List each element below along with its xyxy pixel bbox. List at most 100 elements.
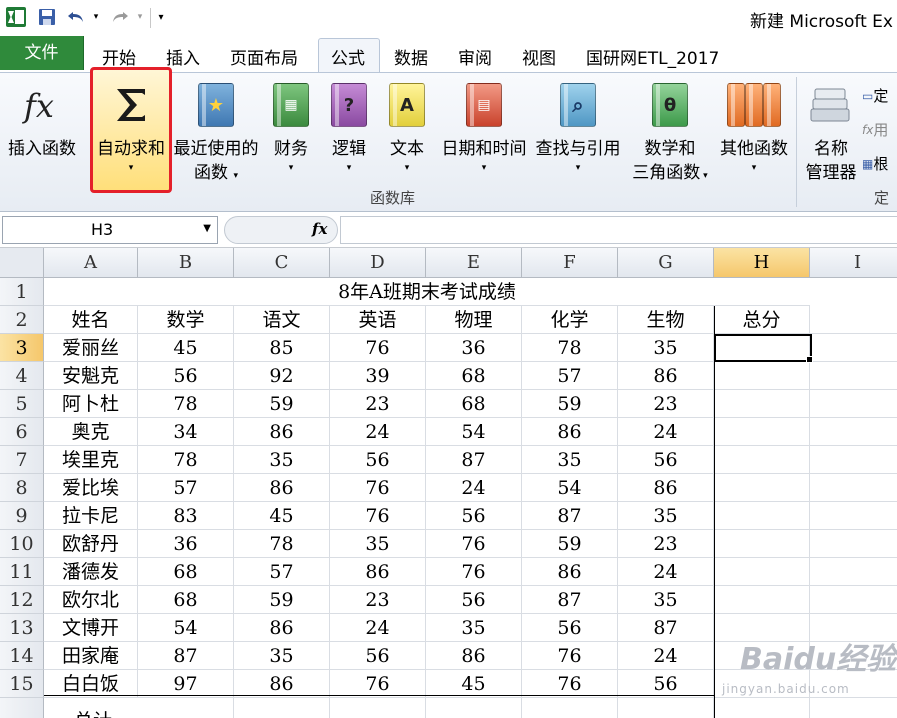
score-cell[interactable]: 78 [138,390,234,418]
row-header-13[interactable]: 13 [0,614,44,642]
score-cell[interactable]: 24 [330,614,426,642]
tab-file[interactable]: 文件 [0,36,84,70]
student-name-cell[interactable]: 欧尔北 [44,586,138,614]
score-cell[interactable]: 24 [618,418,714,446]
financial-button[interactable]: ▦ 财务 ▾ [268,77,314,189]
total-cell[interactable] [714,474,810,502]
cell[interactable] [618,698,714,718]
excel-app-icon[interactable] [4,5,28,29]
total-cell[interactable] [714,446,810,474]
row-header-5[interactable]: 5 [0,390,44,418]
score-cell[interactable]: 76 [426,558,522,586]
score-cell[interactable]: 87 [426,446,522,474]
column-header-i[interactable]: I [810,248,897,278]
header-cell[interactable]: 化学 [522,306,618,334]
select-all-corner[interactable] [0,248,44,278]
insert-function-button[interactable]: fx 插入函数 [4,77,80,189]
student-name-cell[interactable]: 拉卡尼 [44,502,138,530]
cell[interactable] [810,446,897,474]
score-cell[interactable]: 59 [522,530,618,558]
text-button[interactable]: A 文本 ▾ [384,77,430,189]
cell[interactable] [426,698,522,718]
score-cell[interactable]: 35 [426,614,522,642]
score-cell[interactable]: 57 [234,558,330,586]
math-trig-button[interactable]: θ 数学和 三角函数 ▾ [628,77,712,189]
logical-button[interactable]: ? 逻辑 ▾ [326,77,372,189]
tab-data[interactable]: 数据 [394,44,428,70]
score-cell[interactable]: 56 [618,446,714,474]
define-name-button[interactable]: ▭ 定 [862,85,888,106]
tab-etl[interactable]: 国研网ETL_2017 [586,44,719,70]
lookup-button[interactable]: ⌕ 查找与引用 ▾ [534,77,622,189]
score-cell[interactable]: 68 [138,558,234,586]
row-header-11[interactable]: 11 [0,558,44,586]
tab-review[interactable]: 审阅 [458,44,492,70]
score-cell[interactable]: 86 [522,558,618,586]
score-cell[interactable]: 68 [426,390,522,418]
tab-page-layout[interactable]: 页面布局 [230,44,298,70]
total-cell[interactable] [714,502,810,530]
score-cell[interactable]: 87 [138,642,234,670]
score-cell[interactable]: 76 [330,334,426,362]
score-cell[interactable]: 83 [138,502,234,530]
score-cell[interactable]: 85 [234,334,330,362]
cell[interactable] [714,698,810,718]
score-cell[interactable]: 59 [234,390,330,418]
score-cell[interactable]: 56 [138,362,234,390]
row-header-3[interactable]: 3 [0,334,44,362]
score-cell[interactable]: 76 [330,474,426,502]
recently-used-button[interactable]: ★ 最近使用的 函数 ▾ [170,77,262,189]
row-header-2[interactable]: 2 [0,306,44,334]
cell[interactable] [810,502,897,530]
header-cell[interactable]: 生物 [618,306,714,334]
cell[interactable] [810,390,897,418]
score-cell[interactable]: 23 [330,586,426,614]
score-cell[interactable]: 86 [234,418,330,446]
score-cell[interactable]: 45 [234,502,330,530]
score-cell[interactable]: 35 [618,502,714,530]
score-cell[interactable]: 35 [330,530,426,558]
score-cell[interactable]: 56 [522,614,618,642]
tab-formulas[interactable]: 公式 [331,44,365,70]
name-manager-button[interactable]: 名称 管理器 [802,77,860,189]
total-cell[interactable] [714,558,810,586]
cell[interactable] [810,306,897,334]
row-header-7[interactable]: 7 [0,446,44,474]
autosum-button[interactable]: 自动求和 ▾ [92,77,170,189]
cell[interactable] [810,474,897,502]
row-header-8[interactable]: 8 [0,474,44,502]
score-cell[interactable]: 56 [330,642,426,670]
score-cell[interactable]: 54 [426,418,522,446]
score-cell[interactable]: 86 [234,670,330,698]
score-cell[interactable]: 56 [330,446,426,474]
row-header-10[interactable]: 10 [0,530,44,558]
sheet-title-cell[interactable]: 8年A班期末考试成绩 [44,278,810,306]
score-cell[interactable]: 86 [522,418,618,446]
score-cell[interactable]: 36 [426,334,522,362]
formula-input[interactable] [340,216,897,244]
cell[interactable] [810,362,897,390]
header-cell[interactable]: 语文 [234,306,330,334]
row-header-4[interactable]: 4 [0,362,44,390]
score-cell[interactable]: 34 [138,418,234,446]
score-cell[interactable]: 76 [330,670,426,698]
student-name-cell[interactable]: 白白饭 [44,670,138,698]
student-name-cell[interactable]: 埃里克 [44,446,138,474]
score-cell[interactable]: 87 [522,586,618,614]
score-cell[interactable]: 78 [522,334,618,362]
cell[interactable] [810,698,897,718]
active-cell-selection[interactable] [714,334,812,362]
fill-handle[interactable] [806,356,813,363]
cell[interactable] [810,530,897,558]
more-functions-button[interactable]: 其他函数 ▾ [716,77,792,189]
column-header-c[interactable]: C [234,248,330,278]
student-name-cell[interactable]: 潘德发 [44,558,138,586]
score-cell[interactable]: 35 [522,446,618,474]
score-cell[interactable]: 57 [138,474,234,502]
score-cell[interactable]: 78 [234,530,330,558]
total-cell[interactable] [714,390,810,418]
column-header-g[interactable]: G [618,248,714,278]
undo-icon[interactable] [66,5,86,29]
header-cell[interactable]: 物理 [426,306,522,334]
score-cell[interactable]: 57 [522,362,618,390]
